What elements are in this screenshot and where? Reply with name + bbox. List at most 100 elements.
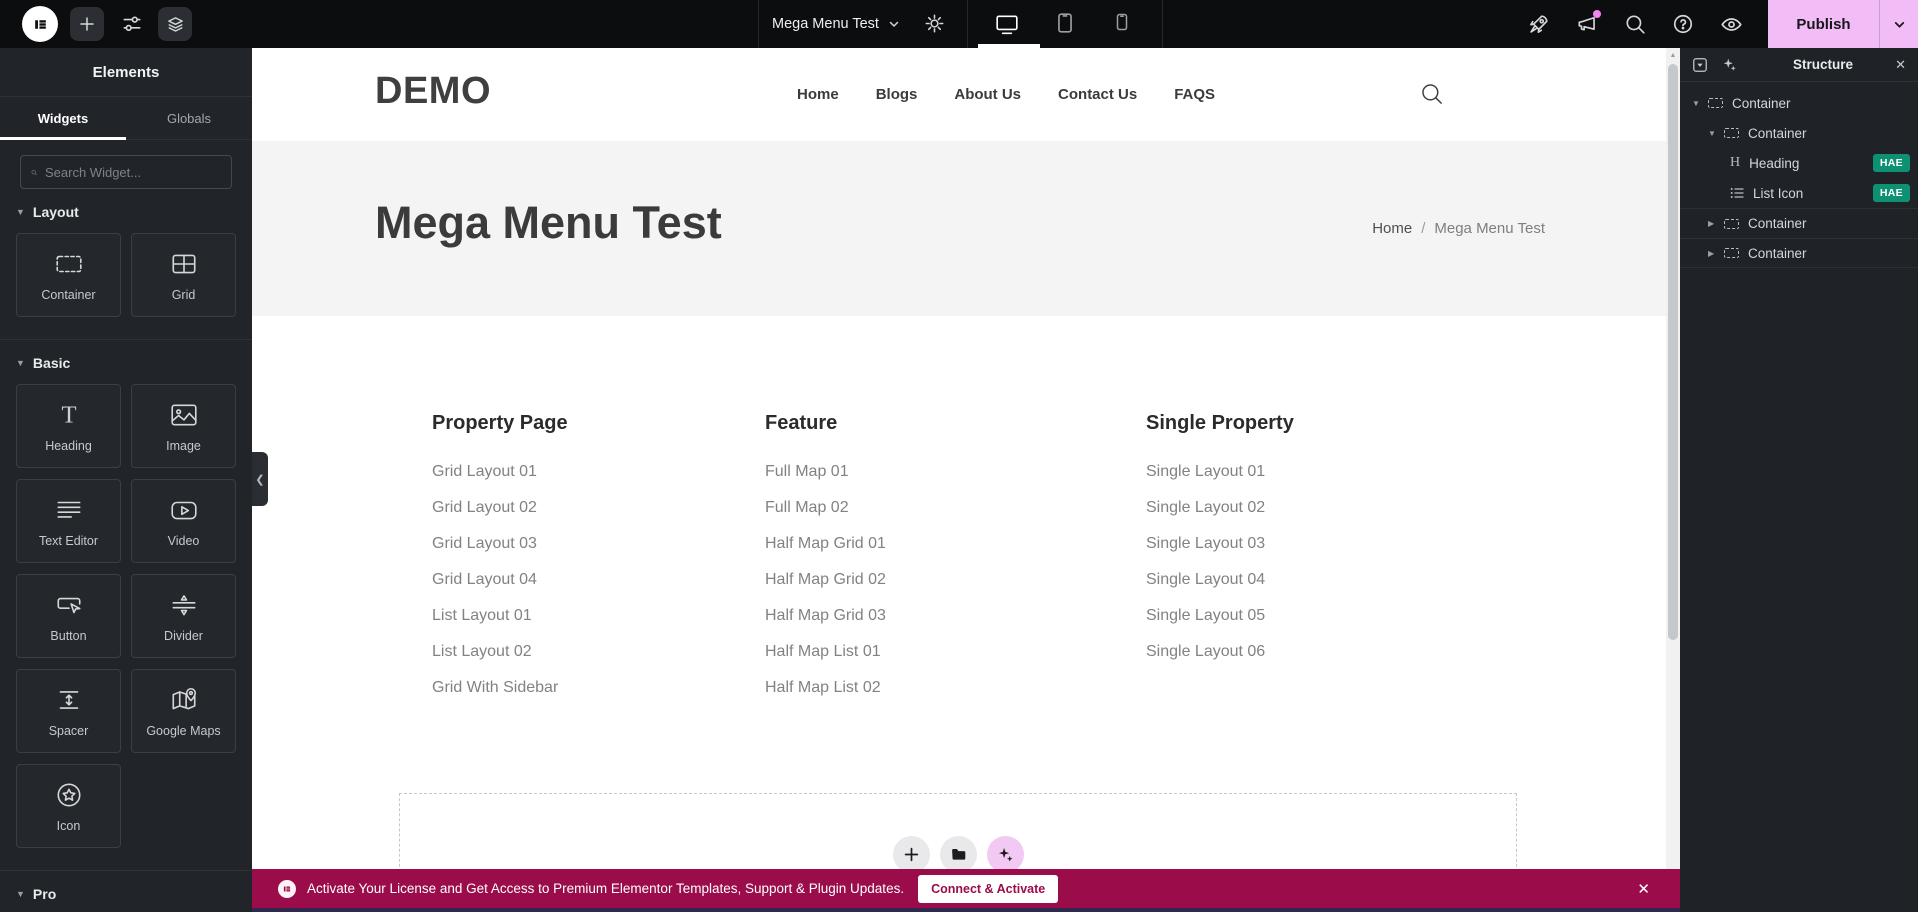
megamenu-link[interactable]: Grid Layout 02 [432,490,568,526]
site-search-button[interactable] [1419,81,1444,106]
tree-row-label: Heading [1749,156,1799,171]
breadcrumb-home-link[interactable]: Home [1372,220,1412,237]
megamenu-link[interactable]: Single Layout 01 [1146,454,1294,490]
widget-heading[interactable]: T Heading [16,384,121,468]
panel-collapse-handle[interactable]: ❮ [252,452,268,506]
nav-item-faqs[interactable]: FAQS [1174,86,1215,103]
megamenu-link[interactable]: Half Map Grid 03 [765,598,886,634]
preview-button[interactable] [1720,13,1742,35]
whats-new-button[interactable] [1576,13,1598,35]
tree-row-label: List Icon [1753,186,1803,201]
add-section-button[interactable] [893,836,930,873]
tree-row-list-icon[interactable]: List Icon HAE [1680,178,1918,208]
finder-search-button[interactable] [1624,13,1646,35]
document-settings-button[interactable] [924,13,946,35]
widget-label: Video [168,534,200,548]
site-header: DEMO Home Blogs About Us Contact Us FAQS [252,48,1680,141]
section-header-layout[interactable]: ▼ Layout [0,189,252,229]
section-label: Layout [33,204,79,220]
ai-structure-button[interactable] [1722,57,1737,72]
tab-globals[interactable]: Globals [126,97,252,139]
megamenu-link[interactable]: Single Layout 04 [1146,562,1294,598]
elementor-logo-icon [32,16,49,33]
device-mobile-button[interactable] [1112,12,1132,32]
widget-container[interactable]: Container [16,233,121,317]
widget-spacer[interactable]: Spacer [16,669,121,753]
device-desktop-button[interactable] [995,12,1019,36]
caret-right-icon[interactable]: ▶ [1708,219,1724,228]
ai-builder-button[interactable] [987,836,1024,873]
launchpad-button[interactable] [1528,13,1550,35]
tree-row-container[interactable]: ▼ Container [1680,88,1918,118]
chevron-left-icon: ❮ [255,473,264,486]
megamenu-link[interactable]: Single Layout 03 [1146,526,1294,562]
megamenu-link[interactable]: Half Map List 02 [765,670,886,706]
heading-icon: H [1730,156,1740,170]
grid-icon [169,249,199,279]
elementor-logo[interactable] [22,6,58,42]
add-element-button[interactable] [70,7,104,41]
tab-widgets[interactable]: Widgets [0,97,126,139]
collapse-all-button[interactable] [1692,57,1708,73]
caret-down-icon[interactable]: ▼ [1708,129,1724,138]
section-header-pro[interactable]: ▼ Pro [0,871,252,911]
publish-button[interactable]: Publish [1768,16,1879,33]
nav-item-contact-us[interactable]: Contact Us [1058,86,1137,103]
widget-icon[interactable]: Icon [16,764,121,848]
widget-divider[interactable]: Divider [131,574,236,658]
site-logo[interactable]: DEMO [375,70,491,113]
container-icon [1724,219,1739,229]
widget-google-maps[interactable]: Google Maps [131,669,236,753]
tree-row-container[interactable]: ▶ Container [1680,238,1918,268]
canvas-scrollbar[interactable]: ▲ [1666,48,1680,869]
nav-item-blogs[interactable]: Blogs [876,86,918,103]
tree-row-container[interactable]: ▶ Container [1680,208,1918,238]
layers-icon [166,15,185,34]
connect-activate-button[interactable]: Connect & Activate [918,875,1058,903]
megamenu-link[interactable]: Full Map 01 [765,454,886,490]
tree-row-heading[interactable]: H Heading HAE [1680,148,1918,178]
search-input[interactable] [45,165,221,180]
elementor-logo-icon [282,884,292,894]
widget-button[interactable]: Button [16,574,121,658]
megamenu-column-feature: Feature Full Map 01 Full Map 02 Half Map… [765,412,886,706]
megamenu-link[interactable]: List Layout 02 [432,634,568,670]
megamenu-link[interactable]: List Layout 01 [432,598,568,634]
plus-icon [904,847,919,862]
document-switcher[interactable]: Mega Menu Test [772,0,900,48]
page-hero: Mega Menu Test Home / Mega Menu Test [252,141,1680,316]
add-template-button[interactable] [940,836,977,873]
publish-options-button[interactable] [1880,18,1918,31]
megamenu-link[interactable]: Single Layout 06 [1146,634,1294,670]
help-button[interactable] [1672,13,1694,35]
section-header-basic[interactable]: ▼ Basic [0,340,252,380]
megamenu-link[interactable]: Full Map 02 [765,490,886,526]
panel-title: Elements [0,48,252,97]
megamenu-link[interactable]: Half Map List 01 [765,634,886,670]
nav-item-about-us[interactable]: About Us [954,86,1021,103]
element-manager-button[interactable] [158,7,192,41]
scroll-up-arrow[interactable]: ▲ [1666,48,1680,59]
megamenu-link[interactable]: Half Map Grid 02 [765,562,886,598]
tree-row-container[interactable]: ▼ Container [1680,118,1918,148]
widget-text-editor[interactable]: Text Editor [16,479,121,563]
widget-grid[interactable]: Grid [131,233,236,317]
close-icon[interactable]: ✕ [1895,57,1906,73]
megamenu-link[interactable]: Single Layout 02 [1146,490,1294,526]
close-icon[interactable]: ✕ [1637,880,1650,898]
nav-item-home[interactable]: Home [797,86,839,103]
device-tablet-button[interactable] [1054,12,1076,34]
site-settings-button[interactable] [121,13,143,35]
widget-image[interactable]: Image [131,384,236,468]
megamenu-link[interactable]: Grid Layout 04 [432,562,568,598]
megamenu-link[interactable]: Half Map Grid 01 [765,526,886,562]
scrollbar-thumb[interactable] [1668,64,1678,640]
caret-right-icon[interactable]: ▶ [1708,249,1724,258]
megamenu-link[interactable]: Single Layout 05 [1146,598,1294,634]
caret-down-icon[interactable]: ▼ [1692,99,1708,108]
editor-top-bar: Mega Menu Test [0,0,1918,48]
megamenu-link[interactable]: Grid Layout 01 [432,454,568,490]
megamenu-link[interactable]: Grid Layout 03 [432,526,568,562]
widget-video[interactable]: Video [131,479,236,563]
megamenu-link[interactable]: Grid With Sidebar [432,670,568,706]
